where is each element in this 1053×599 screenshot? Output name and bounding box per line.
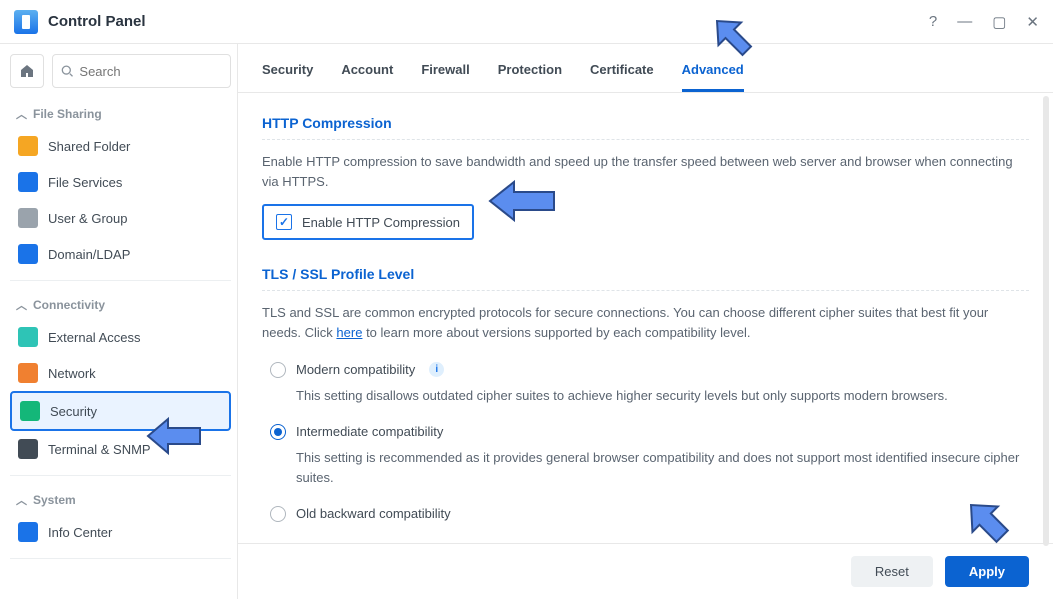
folder-icon	[18, 136, 38, 156]
minimize-icon[interactable]: —	[957, 13, 972, 31]
radio-label: Modern compatibility	[296, 362, 415, 377]
info-icon	[18, 522, 38, 542]
radio-icon	[270, 362, 286, 378]
sidebar-item-network[interactable]: Network	[10, 355, 231, 391]
sidebar-item-label: Security	[50, 404, 97, 419]
http-desc: Enable HTTP compression to save bandwidt…	[262, 152, 1029, 192]
sidebar-item-file-services[interactable]: File Services	[10, 164, 231, 200]
tab-security[interactable]: Security	[262, 62, 313, 92]
sidebar-item-label: Network	[48, 366, 96, 381]
tab-advanced[interactable]: Advanced	[682, 62, 744, 92]
network-icon	[18, 363, 38, 383]
tabs: Security Account Firewall Protection Certifi…	[238, 44, 1053, 93]
shield-icon	[20, 401, 40, 421]
app-icon	[14, 10, 38, 34]
tab-protection[interactable]: Protection	[498, 62, 562, 92]
tab-certificate[interactable]: Certificate	[590, 62, 654, 92]
chevron-up-icon: ︿	[16, 297, 27, 313]
radio-intermediate-compatibility[interactable]: Intermediate compatibility	[262, 418, 1029, 446]
section-title-http: HTTP Compression	[262, 107, 1029, 140]
maximize-icon[interactable]: ▢	[992, 13, 1006, 31]
scrollbar[interactable]	[1043, 96, 1049, 546]
radio-label: Intermediate compatibility	[296, 424, 443, 439]
sidebar-item-label: File Services	[48, 175, 122, 190]
here-link[interactable]: here	[336, 325, 362, 340]
radio-old-backward-compatibility[interactable]: Old backward compatibility	[262, 500, 1029, 528]
search-box[interactable]	[52, 54, 231, 88]
sidebar-item-shared-folder[interactable]: Shared Folder	[10, 128, 231, 164]
sidebar-section-system[interactable]: ︿System	[10, 484, 231, 514]
search-input[interactable]	[79, 64, 222, 79]
window-title: Control Panel	[48, 13, 146, 30]
annotation-arrow-security-item	[142, 414, 202, 458]
checkbox-label: Enable HTTP Compression	[302, 215, 460, 230]
sidebar-item-external-access[interactable]: External Access	[10, 319, 231, 355]
home-icon	[19, 63, 35, 79]
sidebar-item-label: Terminal & SNMP	[48, 442, 151, 457]
sidebar-item-label: Shared Folder	[48, 139, 130, 154]
footer: Reset Apply	[238, 543, 1053, 599]
tab-firewall[interactable]: Firewall	[421, 62, 469, 92]
apply-button[interactable]: Apply	[945, 556, 1029, 587]
sidebar-item-label: External Access	[48, 330, 141, 345]
sidebar-item-label: Info Center	[48, 525, 112, 540]
domain-icon	[18, 244, 38, 264]
chevron-up-icon: ︿	[16, 106, 27, 122]
enable-http-compression-checkbox[interactable]: ✓ Enable HTTP Compression	[262, 204, 474, 240]
sidebar-section-connectivity[interactable]: ︿Connectivity	[10, 289, 231, 319]
tab-account[interactable]: Account	[341, 62, 393, 92]
radio-icon	[270, 424, 286, 440]
close-icon[interactable]: ✕	[1026, 13, 1039, 31]
chevron-up-icon: ︿	[16, 492, 27, 508]
globe-icon	[18, 327, 38, 347]
users-icon	[18, 208, 38, 228]
sidebar-item-info-center[interactable]: Info Center	[10, 514, 231, 550]
sidebar-item-domain-ldap[interactable]: Domain/LDAP	[10, 236, 231, 272]
sidebar: ︿File Sharing Shared Folder File Services U…	[0, 44, 238, 599]
radio-label: Old backward compatibility	[296, 506, 451, 521]
window-titlebar: Control Panel ? — ▢ ✕	[0, 0, 1053, 44]
radio-desc: This setting disallows outdated cipher s…	[262, 384, 1029, 418]
help-icon[interactable]: ?	[929, 13, 937, 31]
reset-button[interactable]: Reset	[851, 556, 933, 587]
search-icon	[61, 64, 73, 78]
radio-desc: This setting is recommended as it provid…	[262, 446, 1029, 500]
annotation-arrow-apply-button	[958, 492, 1018, 552]
terminal-icon	[18, 439, 38, 459]
section-title-tls: TLS / SSL Profile Level	[262, 258, 1029, 291]
sidebar-item-label: Domain/LDAP	[48, 247, 130, 262]
file-services-icon	[18, 172, 38, 192]
tls-desc: TLS and SSL are common encrypted protoco…	[262, 303, 1029, 343]
content-body: HTTP Compression Enable HTTP compression…	[238, 93, 1053, 543]
home-button[interactable]	[10, 54, 44, 88]
info-icon[interactable]: i	[429, 362, 444, 377]
checkbox-icon: ✓	[276, 214, 292, 230]
sidebar-item-user-group[interactable]: User & Group	[10, 200, 231, 236]
sidebar-item-label: User & Group	[48, 211, 127, 226]
annotation-arrow-advanced-tab	[706, 10, 762, 66]
annotation-arrow-http-checkbox	[484, 176, 556, 226]
radio-modern-compatibility[interactable]: Modern compatibility i	[262, 356, 1029, 384]
sidebar-section-file-sharing[interactable]: ︿File Sharing	[10, 98, 231, 128]
radio-icon	[270, 506, 286, 522]
